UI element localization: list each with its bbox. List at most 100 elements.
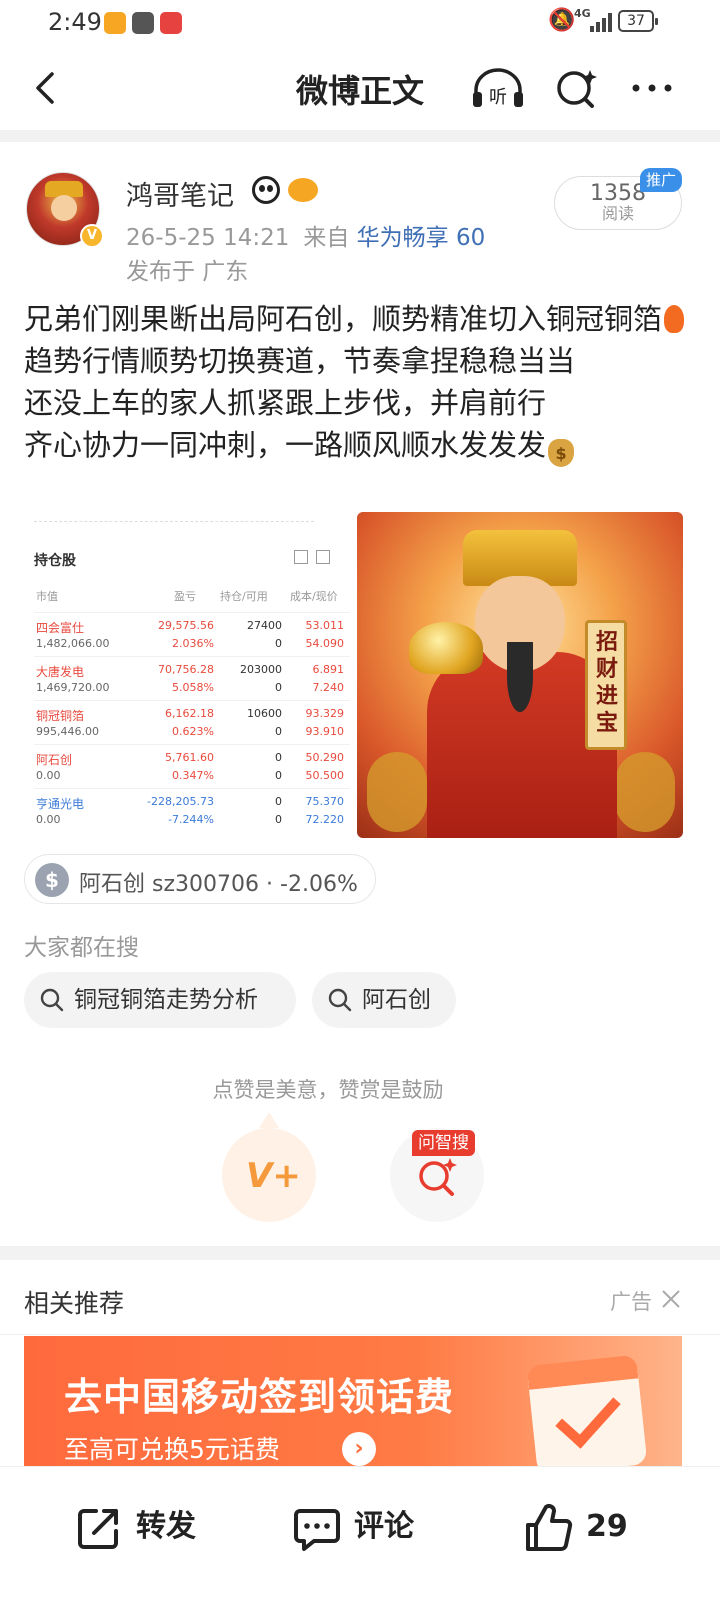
holdings-tool-icons <box>286 550 336 566</box>
holding-cost: 75.370 <box>305 795 345 808</box>
search-chip-2[interactable]: 阿石创 <box>312 972 456 1028</box>
like-button[interactable]: 29 <box>524 1497 628 1557</box>
device-link[interactable]: 华为畅享 60 <box>357 225 486 251</box>
search-chip-label: 阿石创 <box>362 987 431 1013</box>
stock-code: sz300706 <box>152 872 260 897</box>
comment-button[interactable]: 评论 <box>292 1497 414 1557</box>
holding-profit-loss: 6,162.18 <box>165 707 214 720</box>
holding-quantity: 203000 <box>240 663 282 676</box>
holding-name: 大唐发电 <box>36 665 85 679</box>
like-count: 29 <box>586 1509 628 1544</box>
listen-icon-label: 听 <box>489 87 507 108</box>
promotion-tag: 推广 <box>640 168 682 192</box>
search-icon <box>328 988 352 1012</box>
holding-price: 7.240 <box>312 681 345 694</box>
avatar-face <box>51 195 77 221</box>
ad-banner[interactable]: 去中国移动签到领话费 至高可兑换5元话费 › <box>24 1336 682 1466</box>
post-meta: 26-5-25 14:21 来自 华为畅享 60 <box>126 218 485 252</box>
ai-search-icon[interactable] <box>552 66 600 110</box>
post-content: 兄弟们刚果断出局阿石创，顺势精准切入铜冠铜箔 趋势行情顺势切换赛道，节奏拿捏稳稳… <box>24 298 694 467</box>
search-icon <box>40 988 64 1012</box>
holding-name: 亨通光电 <box>36 797 85 811</box>
huawei-notification-icon <box>132 12 154 34</box>
holdings-screenshot-image[interactable]: 持仓股 市值 盈亏 持仓/可用 成本/现价 四会富仕 1,482,066.00 29… <box>24 512 350 838</box>
stock-separator: · <box>266 872 274 897</box>
holding-market-value: 1,482,066.00 <box>36 637 110 650</box>
col-position: 持仓/可用 <box>220 590 268 603</box>
chevron-right-icon: › <box>342 1432 376 1466</box>
network-type: 4G <box>574 7 591 20</box>
holding-cost: 53.011 <box>305 619 345 632</box>
close-icon[interactable] <box>660 1288 682 1310</box>
post-line-3: 还没上车的家人抓紧跟上步伐，并肩前行 <box>24 386 547 420</box>
holding-name: 铜冠铜箔 <box>36 709 85 723</box>
hint-pointer <box>259 1112 279 1128</box>
comment-label: 评论 <box>354 1509 414 1544</box>
col-profit-loss: 盈亏 <box>174 590 196 603</box>
cropped-header-row <box>34 512 314 522</box>
holding-pl-ratio: -7.244% <box>168 813 214 826</box>
holdings-column-headers: 市值 盈亏 持仓/可用 成本/现价 <box>34 588 350 604</box>
col-cost-price: 成本/现价 <box>290 590 338 603</box>
holding-available: 0 <box>275 813 282 826</box>
source-prefix: 来自 <box>303 225 350 251</box>
ai-search-icon <box>419 1158 457 1196</box>
section-divider <box>0 1246 720 1260</box>
listen-headphone-icon[interactable]: 听 <box>470 66 526 110</box>
holding-name: 阿石创 <box>36 753 73 767</box>
author-name[interactable]: 鸿哥笔记 <box>126 174 234 213</box>
holding-market-value: 995,446.00 <box>36 725 99 738</box>
holding-pl-ratio: 5.058% <box>172 681 214 694</box>
stock-info: 阿石创 sz300706 · -2.06% <box>79 866 358 898</box>
weibo-notification-icon <box>104 12 126 34</box>
related-title: 相关推荐 <box>24 1289 125 1318</box>
post-location: 发布于 广东 <box>126 259 249 285</box>
panda-emoji-icon <box>252 176 280 204</box>
repost-label: 转发 <box>136 1509 196 1544</box>
ad-title: 去中国移动签到领话费 <box>64 1375 455 1419</box>
holding-profit-loss: 70,756.28 <box>158 663 214 676</box>
share-icon <box>78 1509 118 1549</box>
ad-tag: 广告 <box>610 1290 652 1314</box>
holding-price: 72.220 <box>305 813 345 826</box>
holding-row: 四会富仕 1,482,066.00 29,575.56 2.036% 27400 0 53.… <box>34 612 350 652</box>
repost-button[interactable]: 转发 <box>74 1497 196 1557</box>
god-of-wealth-image[interactable]: 招财进宝 <box>357 512 683 838</box>
stock-chip[interactable]: $ 阿石创 sz300706 · -2.06% <box>24 854 376 904</box>
holding-pl-ratio: 0.347% <box>172 769 214 782</box>
holding-market-value: 1,469,720.00 <box>36 681 110 694</box>
bottom-action-bar: 转发 评论 29 <box>0 1466 720 1600</box>
status-bar: 2:49 🔕 4G 37 <box>0 0 720 44</box>
holding-quantity: 27400 <box>247 619 282 632</box>
holdings-title: 持仓股 <box>34 553 76 569</box>
table-icon <box>316 550 330 564</box>
dragon-left <box>367 752 427 832</box>
page-title: 微博正文 <box>295 72 424 110</box>
holding-row: 铜冠铜箔 995,446.00 6,162.18 0.623% 10600 0 93.329… <box>34 700 350 740</box>
stock-name: 阿石创 <box>79 872 146 897</box>
holding-row: 大唐发电 1,469,720.00 70,756.28 5.058% 203000 0 6.… <box>34 656 350 696</box>
holding-name: 四会富仕 <box>36 621 85 635</box>
col-market-value: 市值 <box>36 590 58 603</box>
search-chip-1[interactable]: 铜冠铜箔走势分析 <box>24 972 296 1028</box>
holding-price: 50.500 <box>305 769 345 782</box>
tip-v-plus-icon: V+ <box>246 1156 301 1196</box>
holding-market-value: 0.00 <box>36 769 61 782</box>
holding-price: 54.090 <box>305 637 345 650</box>
holding-profit-loss: 29,575.56 <box>158 619 214 632</box>
thumbs-up-icon <box>526 1504 573 1551</box>
search-chip-label: 铜冠铜箔走势分析 <box>74 987 258 1013</box>
verified-badge: V <box>80 224 104 248</box>
thin-divider <box>0 1334 720 1335</box>
holding-quantity: 0 <box>275 795 282 808</box>
status-time: 2:49 <box>48 8 102 36</box>
holding-available: 0 <box>275 725 282 738</box>
holding-market-value: 0.00 <box>36 813 61 826</box>
holding-pl-ratio: 0.623% <box>172 725 214 738</box>
holding-quantity: 0 <box>275 751 282 764</box>
more-options-icon[interactable] <box>628 66 676 110</box>
battery-icon: 37 <box>618 10 658 32</box>
book-notification-icon <box>160 12 182 34</box>
scroll-text: 招财进宝 <box>595 630 618 736</box>
ad-subtitle: 至高可兑换5元话费 <box>64 1435 280 1464</box>
